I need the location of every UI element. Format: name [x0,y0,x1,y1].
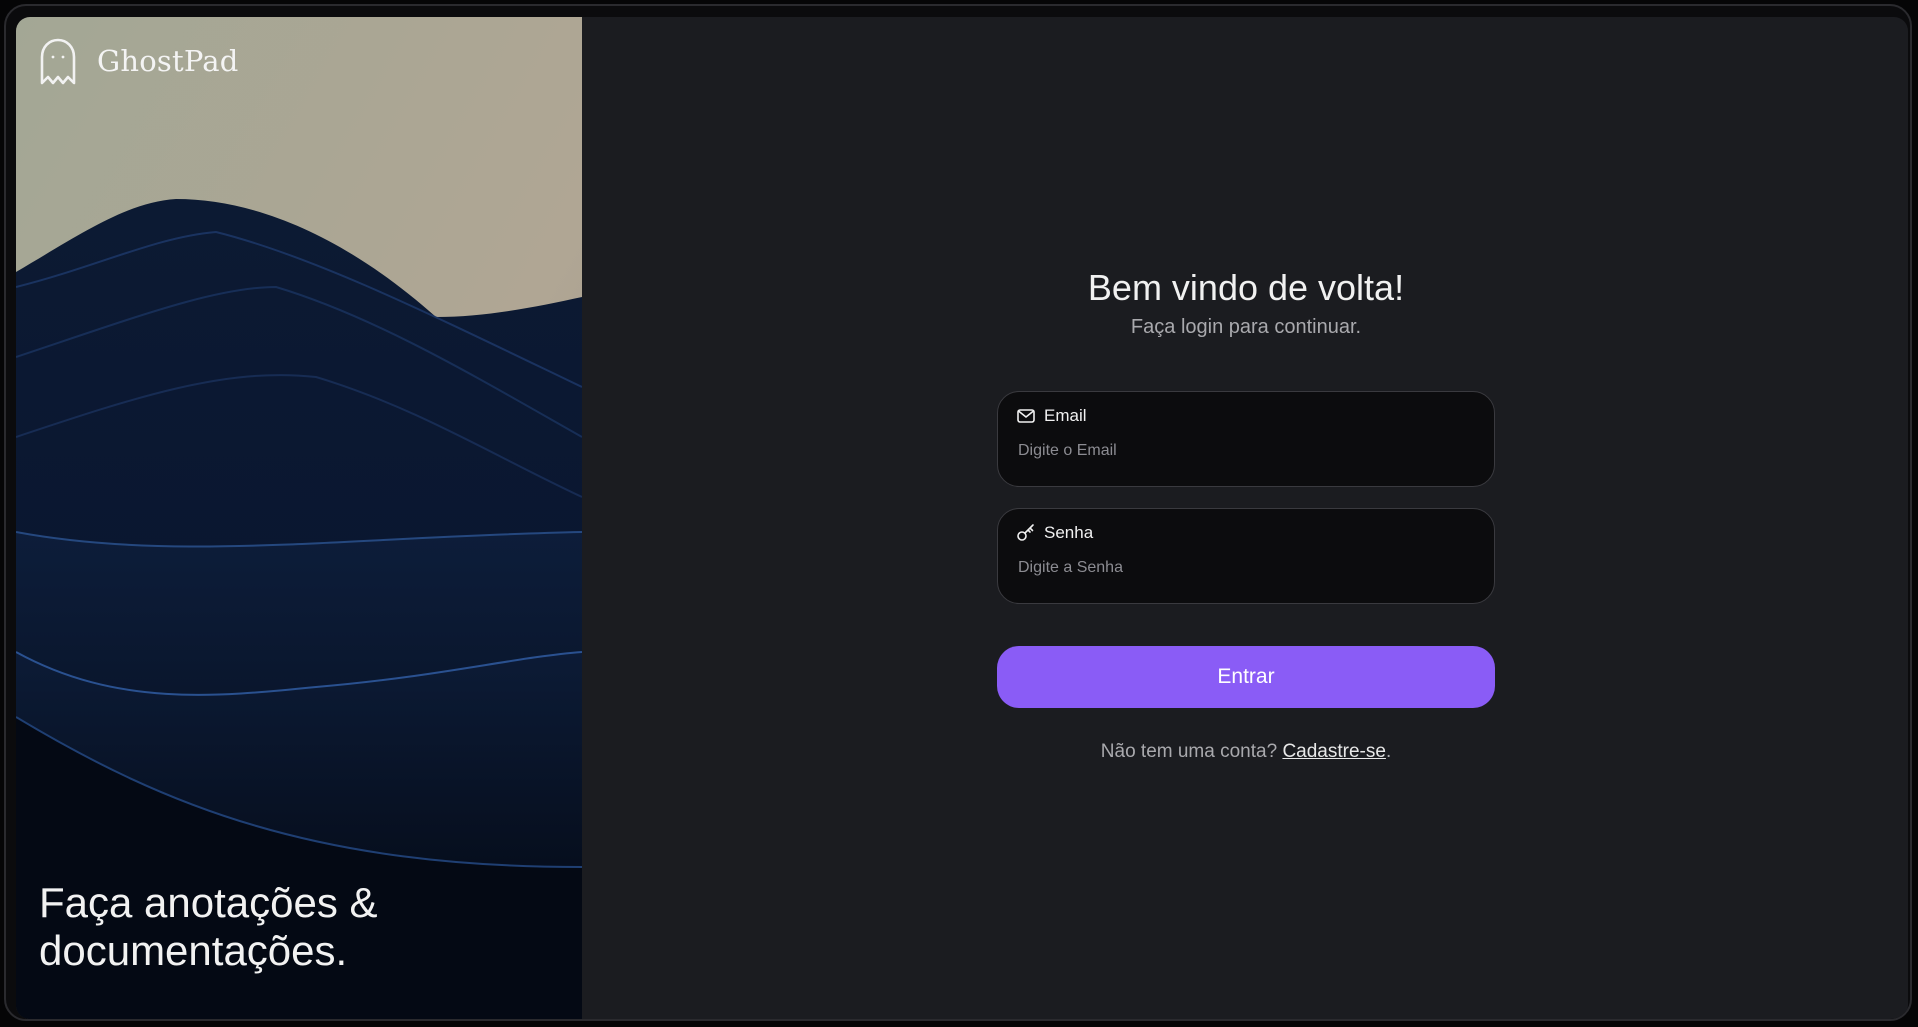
key-icon [1017,524,1034,541]
signup-prompt: Não tem uma conta? Cadastre-se. [997,741,1495,763]
hero-panel: GhostPad Faça anotações & documentações. [16,17,582,1019]
signup-prompt-text: Não tem uma conta? [1100,741,1283,762]
login-panel: Bem vindo de volta! Faça login para cont… [582,17,1908,1019]
password-label-row: Senha [1016,523,1093,543]
login-form: Bem vindo de volta! Faça login para cont… [997,267,1495,763]
mail-icon [1017,409,1035,423]
brand: GhostPad [38,37,239,85]
login-subtitle: Faça login para continuar. [1130,316,1362,338]
password-field[interactable]: Senha [997,508,1495,604]
password-input[interactable] [1018,559,1458,577]
email-label: Email [1044,406,1087,425]
app-window: GhostPad Faça anotações & documentações.… [4,4,1912,1021]
signup-link[interactable]: Cadastre-se [1282,741,1386,762]
login-submit-button[interactable]: Entrar [997,646,1495,708]
password-label: Senha [1044,523,1094,542]
login-title: Bem vindo de volta! [1087,267,1405,308]
ghost-logo-icon [40,38,76,85]
brand-name: GhostPad [97,44,239,78]
email-field[interactable]: Email [997,391,1495,487]
email-input[interactable] [1018,442,1458,460]
email-label-row: Email [1016,406,1087,426]
signup-suffix: . [1385,741,1392,762]
hero-tagline: Faça anotações & documentações. [39,879,378,974]
dunes-background-image [16,17,582,1019]
